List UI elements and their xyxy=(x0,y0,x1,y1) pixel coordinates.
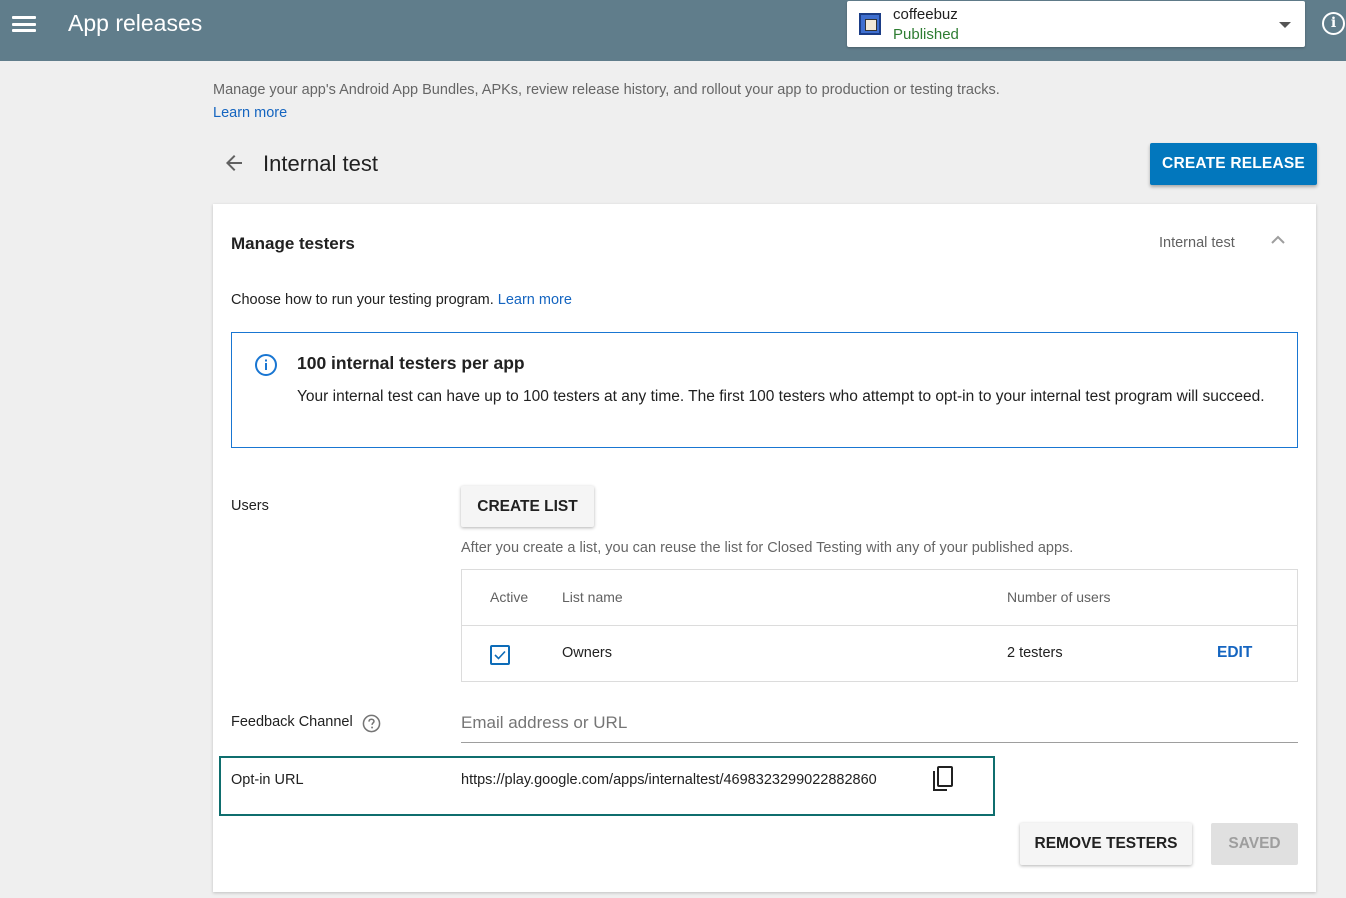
menu-icon[interactable] xyxy=(12,14,36,34)
users-label: Users xyxy=(231,498,269,514)
opt-in-url[interactable]: https://play.google.com/apps/internaltes… xyxy=(461,772,877,788)
create-list-button[interactable]: CREATE LIST xyxy=(461,486,594,527)
opt-in-url-row: Opt-in URL https://play.google.com/apps/… xyxy=(219,756,995,816)
table-row: Owners 2 testers EDIT xyxy=(462,626,1297,682)
table-header: Active List name Number of users xyxy=(462,570,1297,626)
page-title: Internal test xyxy=(263,151,378,176)
app-status: Published xyxy=(893,26,959,43)
learn-more-link[interactable]: Learn more xyxy=(498,292,572,308)
app-title: App releases xyxy=(68,10,203,36)
column-header-number-of-users: Number of users xyxy=(1007,589,1111,605)
caret-down-icon[interactable] xyxy=(1279,22,1291,28)
tester-count: 2 testers xyxy=(1007,645,1063,661)
edit-list-button[interactable]: EDIT xyxy=(1217,644,1252,662)
arrow-back-icon[interactable] xyxy=(222,151,246,175)
info-callout-title: 100 internal testers per app xyxy=(297,353,525,373)
create-release-button[interactable]: CREATE RELEASE xyxy=(1150,143,1317,185)
list-name: Owners xyxy=(562,645,612,661)
app-logo-icon xyxy=(859,13,881,35)
saved-button: SAVED xyxy=(1211,823,1298,865)
top-app-bar: App releases coffeebuz Published i xyxy=(0,0,1346,61)
help-icon[interactable] xyxy=(362,714,381,733)
app-name: coffeebuz xyxy=(893,6,958,23)
column-header-active: Active xyxy=(490,589,529,605)
choose-text: Choose how to run your testing program. xyxy=(231,292,494,308)
card-track-label: Internal test xyxy=(1159,235,1235,251)
info-icon xyxy=(255,354,277,376)
manage-testers-card: Manage testers Internal test Choose how … xyxy=(213,204,1316,892)
info-icon[interactable]: i xyxy=(1322,12,1345,35)
app-selector[interactable]: coffeebuz Published xyxy=(847,1,1305,47)
copy-icon[interactable] xyxy=(931,766,955,794)
learn-more-link[interactable]: Learn more xyxy=(213,105,287,121)
info-callout-body: Your internal test can have up to 100 te… xyxy=(297,388,1265,405)
active-checkbox[interactable] xyxy=(490,645,510,665)
feedback-channel-label: Feedback Channel xyxy=(231,714,353,730)
testing-program-description: Choose how to run your testing program. … xyxy=(231,292,572,308)
card-title: Manage testers xyxy=(231,234,355,253)
chevron-up-icon[interactable] xyxy=(1270,234,1286,246)
info-callout: 100 internal testers per app Your intern… xyxy=(231,332,1298,448)
remove-testers-button[interactable]: REMOVE TESTERS xyxy=(1020,823,1192,865)
tester-lists-table: Active List name Number of users Owners … xyxy=(461,569,1298,682)
column-header-list-name: List name xyxy=(562,589,623,605)
page-description: Manage your app's Android App Bundles, A… xyxy=(213,82,1000,98)
opt-in-url-label: Opt-in URL xyxy=(231,772,304,788)
feedback-channel-input[interactable] xyxy=(461,704,1298,743)
check-icon xyxy=(494,650,506,660)
create-list-hint: After you create a list, you can reuse t… xyxy=(461,540,1074,556)
